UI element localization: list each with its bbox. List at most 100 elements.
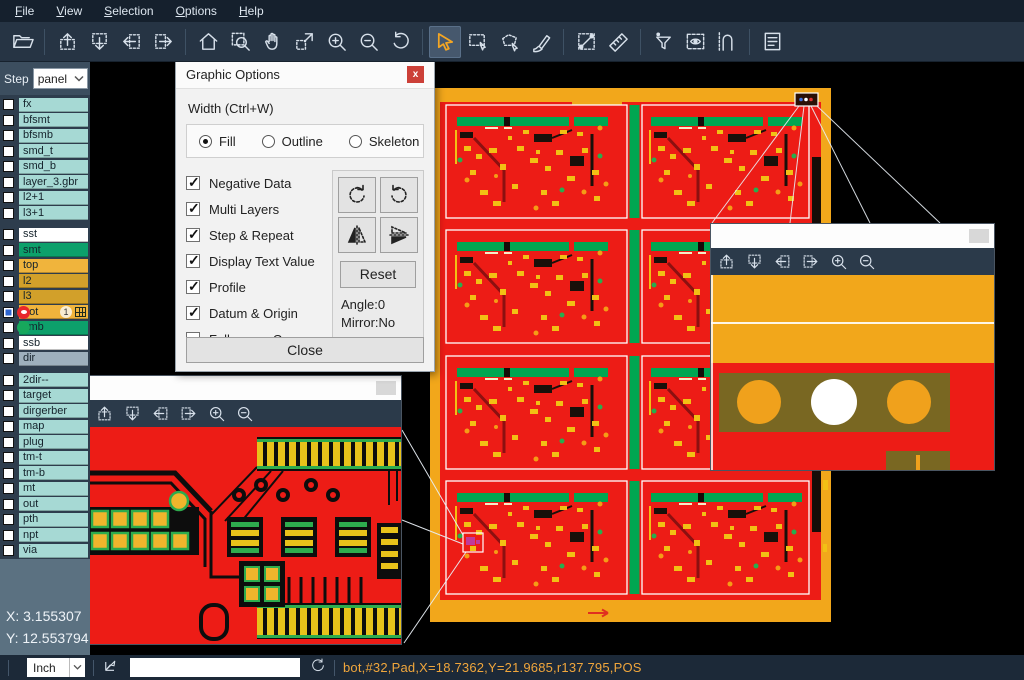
layer-row-top[interactable]: top: [0, 258, 90, 274]
measure-ruler-button[interactable]: [602, 26, 634, 58]
checkbox-negative-data[interactable]: Negative Data: [186, 170, 332, 196]
layer-row-mt[interactable]: mt: [0, 481, 90, 497]
layer-checkbox[interactable]: [3, 390, 14, 401]
zoom-previous-button[interactable]: [384, 26, 416, 58]
layer-checkbox[interactable]: [3, 322, 14, 333]
layer-row-sst[interactable]: sst: [0, 227, 90, 243]
pan-right-icon[interactable]: [801, 252, 820, 271]
menu-help[interactable]: Help: [228, 0, 275, 22]
layer-checkbox[interactable]: [3, 276, 14, 287]
select-rect-button[interactable]: [461, 26, 493, 58]
zoom-in-icon[interactable]: [207, 404, 226, 423]
layer-row-l3[interactable]: l3: [0, 289, 90, 305]
rotate-cw-button[interactable]: [338, 177, 376, 213]
layer-checkbox[interactable]: [3, 146, 14, 157]
menu-view[interactable]: View: [45, 0, 93, 22]
pan-left-icon[interactable]: [151, 404, 170, 423]
layer-checkbox[interactable]: [3, 192, 14, 203]
layer-row-npt[interactable]: npt: [0, 528, 90, 544]
layer-row-l2[interactable]: l2: [0, 274, 90, 290]
pan-page-down-button[interactable]: [83, 26, 115, 58]
mirror-horizontal-button[interactable]: [338, 217, 376, 253]
layer-checkbox[interactable]: [3, 229, 14, 240]
layer-row-l3+1[interactable]: l3+1: [0, 206, 90, 222]
checkbox-datum-origin[interactable]: Datum & Origin: [186, 300, 332, 326]
pan-up-icon[interactable]: [95, 404, 114, 423]
layer-checkbox[interactable]: [3, 375, 14, 386]
layer-row-target[interactable]: target: [0, 388, 90, 404]
layer-checkbox[interactable]: [3, 514, 14, 525]
zoom-window-right[interactable]: [710, 223, 995, 471]
layer-checkbox[interactable]: [3, 161, 14, 172]
measure-distance-button[interactable]: [570, 26, 602, 58]
layer-checkbox[interactable]: [3, 437, 14, 448]
pan-page-left-button[interactable]: [115, 26, 147, 58]
checkbox-box[interactable]: [186, 254, 200, 268]
zoom-home-button[interactable]: [192, 26, 224, 58]
view-region-button[interactable]: [679, 26, 711, 58]
checkbox-box[interactable]: [186, 228, 200, 242]
window-button[interactable]: [969, 229, 989, 243]
layer-checkbox[interactable]: [3, 406, 14, 417]
layer-checkbox[interactable]: [3, 353, 14, 364]
clean-brush-button[interactable]: [525, 26, 557, 58]
layer-row-bfsmb[interactable]: bfsmb: [0, 128, 90, 144]
checkbox-box[interactable]: [186, 202, 200, 216]
layer-row-smt[interactable]: smt: [0, 243, 90, 259]
close-icon[interactable]: x: [407, 66, 424, 83]
layer-row-pth[interactable]: pth: [0, 512, 90, 528]
layer-checkbox[interactable]: [3, 99, 14, 110]
layer-row-out[interactable]: out: [0, 497, 90, 513]
layer-row-l2+1[interactable]: l2+1: [0, 190, 90, 206]
layer-checkbox[interactable]: [3, 115, 14, 126]
layer-checkbox[interactable]: [3, 260, 14, 271]
select-pointer-button[interactable]: [429, 26, 461, 58]
layer-checkbox[interactable]: [3, 421, 14, 432]
zoom-window-titlebar[interactable]: [711, 224, 994, 248]
rotate-ccw-button[interactable]: [380, 177, 418, 213]
pan-page-up-button[interactable]: [51, 26, 83, 58]
layer-row-smd_b[interactable]: smd_b: [0, 159, 90, 175]
pan-down-icon[interactable]: [123, 404, 142, 423]
layer-checkbox[interactable]: [3, 307, 14, 318]
layer-row-via[interactable]: via: [0, 543, 90, 559]
layer-checkbox[interactable]: [3, 291, 14, 302]
zoom-in-icon[interactable]: [829, 252, 848, 271]
filter-button[interactable]: [647, 26, 679, 58]
unit-select[interactable]: Inch: [27, 658, 85, 677]
layer-row-dir[interactable]: dir: [0, 351, 90, 367]
radio-circle[interactable]: [349, 135, 362, 148]
radio-circle[interactable]: [199, 135, 212, 148]
layer-row-layer_3.gbr[interactable]: layer_3.gbr: [0, 175, 90, 191]
zoom-object-button[interactable]: [288, 26, 320, 58]
layer-row-smb[interactable]: smb: [0, 320, 90, 336]
mirror-vertical-button[interactable]: [380, 217, 418, 253]
zoom-out-icon[interactable]: [857, 252, 876, 271]
layer-checkbox[interactable]: [3, 338, 14, 349]
layer-row-map[interactable]: map: [0, 419, 90, 435]
layer-row-fx[interactable]: fx: [0, 97, 90, 113]
layer-checkbox[interactable]: [3, 530, 14, 541]
zoom-window-button[interactable]: [224, 26, 256, 58]
layer-checkbox[interactable]: [3, 177, 14, 188]
pan-page-right-button[interactable]: [147, 26, 179, 58]
layer-row-plug[interactable]: plug: [0, 435, 90, 451]
menu-options[interactable]: Options: [165, 0, 228, 22]
layer-row-smd_t[interactable]: smd_t: [0, 144, 90, 160]
zoom-in-button[interactable]: [320, 26, 352, 58]
close-button[interactable]: Close: [186, 337, 424, 363]
layer-row-bfsmt[interactable]: bfsmt: [0, 113, 90, 129]
checkbox-box[interactable]: [186, 176, 200, 190]
pan-left-icon[interactable]: [773, 252, 792, 271]
checkbox-profile[interactable]: Profile: [186, 274, 332, 300]
radio-fill[interactable]: Fill: [199, 134, 236, 149]
layer-row-ssb[interactable]: ssb: [0, 336, 90, 352]
zoom-window-left[interactable]: [88, 375, 402, 645]
select-polygon-button[interactable]: [493, 26, 525, 58]
layer-checkbox[interactable]: [3, 499, 14, 510]
zoom-view-traces[interactable]: [89, 427, 401, 644]
layer-checkbox[interactable]: [3, 545, 14, 556]
snap-angle-icon[interactable]: [102, 656, 120, 679]
grid-icon[interactable]: [75, 307, 86, 317]
dialog-titlebar[interactable]: Graphic Options x: [176, 61, 434, 89]
